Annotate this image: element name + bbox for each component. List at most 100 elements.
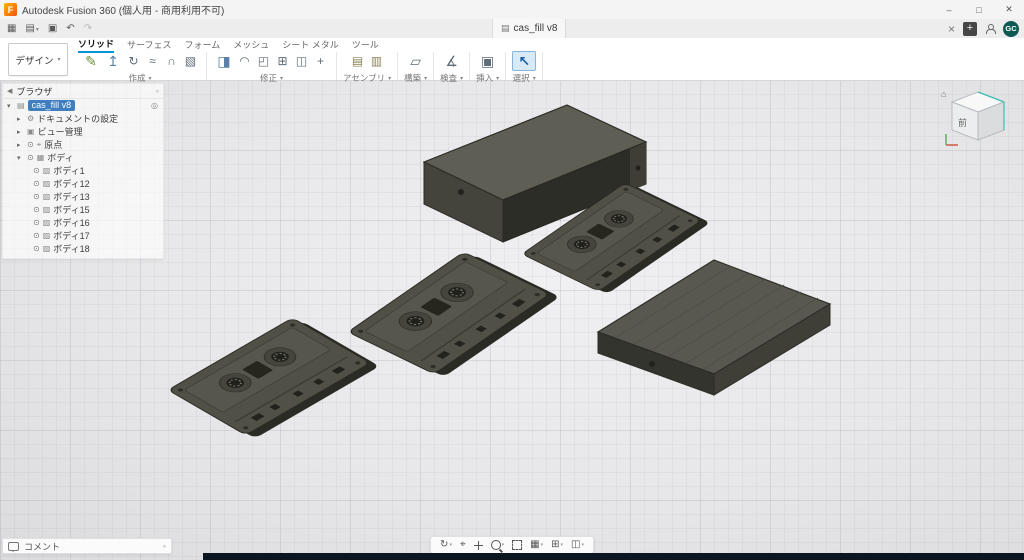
- construction-plane-icon[interactable]: ▱: [405, 52, 427, 70]
- browser-item-bodies-folder[interactable]: ▾ ⊙ ▦ ボディ: [3, 151, 163, 164]
- tab-bar: ▦ ▤▾ ▣ ↶ ↷ ▤ cas_fill v8 × + GC: [0, 19, 1024, 39]
- grid-settings-icon[interactable]: ⊞▾: [551, 540, 563, 550]
- joint-icon[interactable]: ▥: [367, 52, 386, 70]
- viewport[interactable]: ◀ ブラウザ ◦ ▾ ▤ cas_fill v8 ◎ ▸ ⚙ ドキュメントの設定…: [0, 80, 1024, 560]
- model-cassette-center[interactable]: [348, 251, 560, 378]
- save-button[interactable]: ▣: [48, 24, 57, 34]
- fillet-icon[interactable]: ◠: [235, 52, 254, 70]
- split-body-icon[interactable]: ◫: [292, 52, 311, 70]
- profile-avatar[interactable]: GC: [1003, 21, 1019, 37]
- ribbon-tabs: ソリッド サーフェス フォーム メッシュ シート メタル ツール: [78, 39, 379, 51]
- fit-view-icon[interactable]: [512, 540, 522, 550]
- browser-collapse-icon[interactable]: ◀: [7, 87, 12, 95]
- root-expand-icon[interactable]: ▾: [7, 102, 14, 110]
- minimize-button[interactable]: –: [934, 0, 964, 19]
- construct-group-dropdown[interactable]: 構築▾: [404, 72, 427, 84]
- primitive-box-icon[interactable]: ▧: [181, 52, 200, 70]
- browser-body-row[interactable]: ⊙ ▨ ボディ18: [3, 242, 163, 255]
- document-tab[interactable]: ▤ cas_fill v8: [492, 19, 566, 38]
- display-settings-icon[interactable]: ▦▾: [530, 540, 543, 550]
- maximize-button[interactable]: □: [964, 0, 994, 19]
- loft-icon[interactable]: ∩: [162, 52, 181, 70]
- select-tool-icon[interactable]: ↖: [512, 51, 536, 71]
- create-group-dropdown[interactable]: 作成▾: [128, 72, 151, 84]
- new-component-icon[interactable]: ▤: [348, 52, 367, 70]
- body-label: ボディ13: [53, 190, 89, 203]
- body-icon: ▨: [43, 166, 51, 175]
- browser-body-row[interactable]: ⊙ ▨ ボディ16: [3, 216, 163, 229]
- pan-icon[interactable]: [474, 541, 483, 550]
- orbit-icon[interactable]: ↻▾: [440, 540, 452, 550]
- assemble-group-dropdown[interactable]: アセンブリ▾: [343, 72, 391, 84]
- look-at-icon[interactable]: ⌖: [460, 540, 466, 550]
- browser-body-row[interactable]: ⊙ ▨ ボディ12: [3, 177, 163, 190]
- home-view-icon[interactable]: ⌂: [941, 89, 946, 99]
- shell-icon[interactable]: ◰: [254, 52, 273, 70]
- revolve-icon[interactable]: ↻: [124, 52, 143, 70]
- visibility-eye-icon[interactable]: ⊙: [27, 153, 34, 162]
- insert-group-dropdown[interactable]: 挿入▾: [476, 72, 499, 84]
- viewports-icon[interactable]: ◫▾: [571, 540, 584, 550]
- browser-item-named-views[interactable]: ▸ ▣ ビュー管理: [3, 125, 163, 138]
- expand-icon[interactable]: ▸: [17, 115, 24, 123]
- model-cassette-lower-left[interactable]: [168, 317, 380, 440]
- body-icon: ▨: [43, 179, 51, 188]
- document-root-label[interactable]: cas_fill v8: [28, 100, 76, 111]
- undo-button[interactable]: ↶: [66, 24, 74, 34]
- measure-icon[interactable]: ∡: [441, 52, 463, 70]
- model-wedge-stand[interactable]: [598, 260, 830, 395]
- combine-icon[interactable]: ⊞: [273, 52, 292, 70]
- create-sketch-icon[interactable]: ✎: [80, 52, 102, 70]
- browser-options-icon[interactable]: ◦: [156, 86, 159, 96]
- expand-icon[interactable]: ▸: [17, 128, 24, 136]
- comment-bubble-icon: [8, 542, 19, 551]
- zoom-icon[interactable]: ▾: [491, 540, 505, 550]
- close-tab-icon[interactable]: ×: [948, 23, 955, 35]
- visibility-eye-icon[interactable]: ⊙: [33, 231, 40, 240]
- browser-body-row[interactable]: ⊙ ▨ ボディ17: [3, 229, 163, 242]
- insert-icon[interactable]: ▣: [477, 52, 499, 70]
- user-account-icon[interactable]: [985, 24, 995, 34]
- visibility-eye-icon[interactable]: ⊙: [27, 140, 34, 149]
- visibility-eye-icon[interactable]: ⊙: [33, 192, 40, 201]
- visibility-eye-icon[interactable]: ⊙: [33, 166, 40, 175]
- expand-icon[interactable]: ▸: [17, 141, 24, 149]
- browser-item-origin[interactable]: ▸ ⊙ ⌖ 原点: [3, 138, 163, 151]
- tab-surface[interactable]: サーフェス: [127, 38, 171, 52]
- browser-body-row[interactable]: ⊙ ▨ ボディ1: [3, 164, 163, 177]
- comments-bar[interactable]: コメント ◦: [2, 538, 172, 554]
- create-caret-icon: ▾: [149, 75, 152, 82]
- viewcube-front-face[interactable]: 前: [958, 117, 967, 128]
- modify-group-dropdown[interactable]: 修正▾: [260, 72, 283, 84]
- redo-button[interactable]: ↷: [84, 24, 92, 34]
- browser-body-row[interactable]: ⊙ ▨ ボディ15: [3, 203, 163, 216]
- browser-root-row[interactable]: ▾ ▤ cas_fill v8 ◎: [3, 99, 163, 112]
- visibility-eye-icon[interactable]: ⊙: [33, 218, 40, 227]
- tab-mesh[interactable]: メッシュ: [233, 38, 269, 52]
- sweep-icon[interactable]: ≈: [143, 52, 162, 70]
- browser-body-row[interactable]: ⊙ ▨ ボディ13: [3, 190, 163, 203]
- file-menu-icon[interactable]: ▤▾: [25, 24, 38, 34]
- quick-access-toolbar: ▦ ▤▾ ▣ ↶ ↷: [7, 24, 92, 34]
- active-document-radio-icon[interactable]: ◎: [151, 101, 158, 110]
- inspect-group-dropdown[interactable]: 検査▾: [440, 72, 463, 84]
- visibility-eye-icon[interactable]: ⊙: [33, 244, 40, 253]
- extrude-icon[interactable]: ↥: [102, 52, 124, 70]
- view-cube[interactable]: ⌂ 前: [940, 86, 1014, 150]
- browser-item-document-settings[interactable]: ▸ ⚙ ドキュメントの設定: [3, 112, 163, 125]
- tab-tools[interactable]: ツール: [352, 38, 379, 52]
- visibility-eye-icon[interactable]: ⊙: [33, 205, 40, 214]
- tab-sheet-metal[interactable]: シート メタル: [282, 38, 339, 52]
- tab-solid[interactable]: ソリッド: [78, 37, 114, 53]
- tab-form[interactable]: フォーム: [184, 38, 220, 52]
- move-copy-icon[interactable]: +: [311, 52, 330, 70]
- workspace-selector[interactable]: デザイン ▾: [8, 43, 68, 76]
- press-pull-icon[interactable]: ◨: [213, 52, 235, 70]
- comments-options-icon[interactable]: ◦: [163, 541, 166, 551]
- new-tab-button[interactable]: +: [963, 22, 977, 36]
- close-window-button[interactable]: ✕: [994, 0, 1024, 19]
- visibility-eye-icon[interactable]: ⊙: [33, 179, 40, 188]
- expanded-icon[interactable]: ▾: [17, 154, 24, 162]
- select-group-dropdown[interactable]: 選択▾: [513, 72, 536, 84]
- app-grid-menu-icon[interactable]: ▦: [7, 24, 16, 34]
